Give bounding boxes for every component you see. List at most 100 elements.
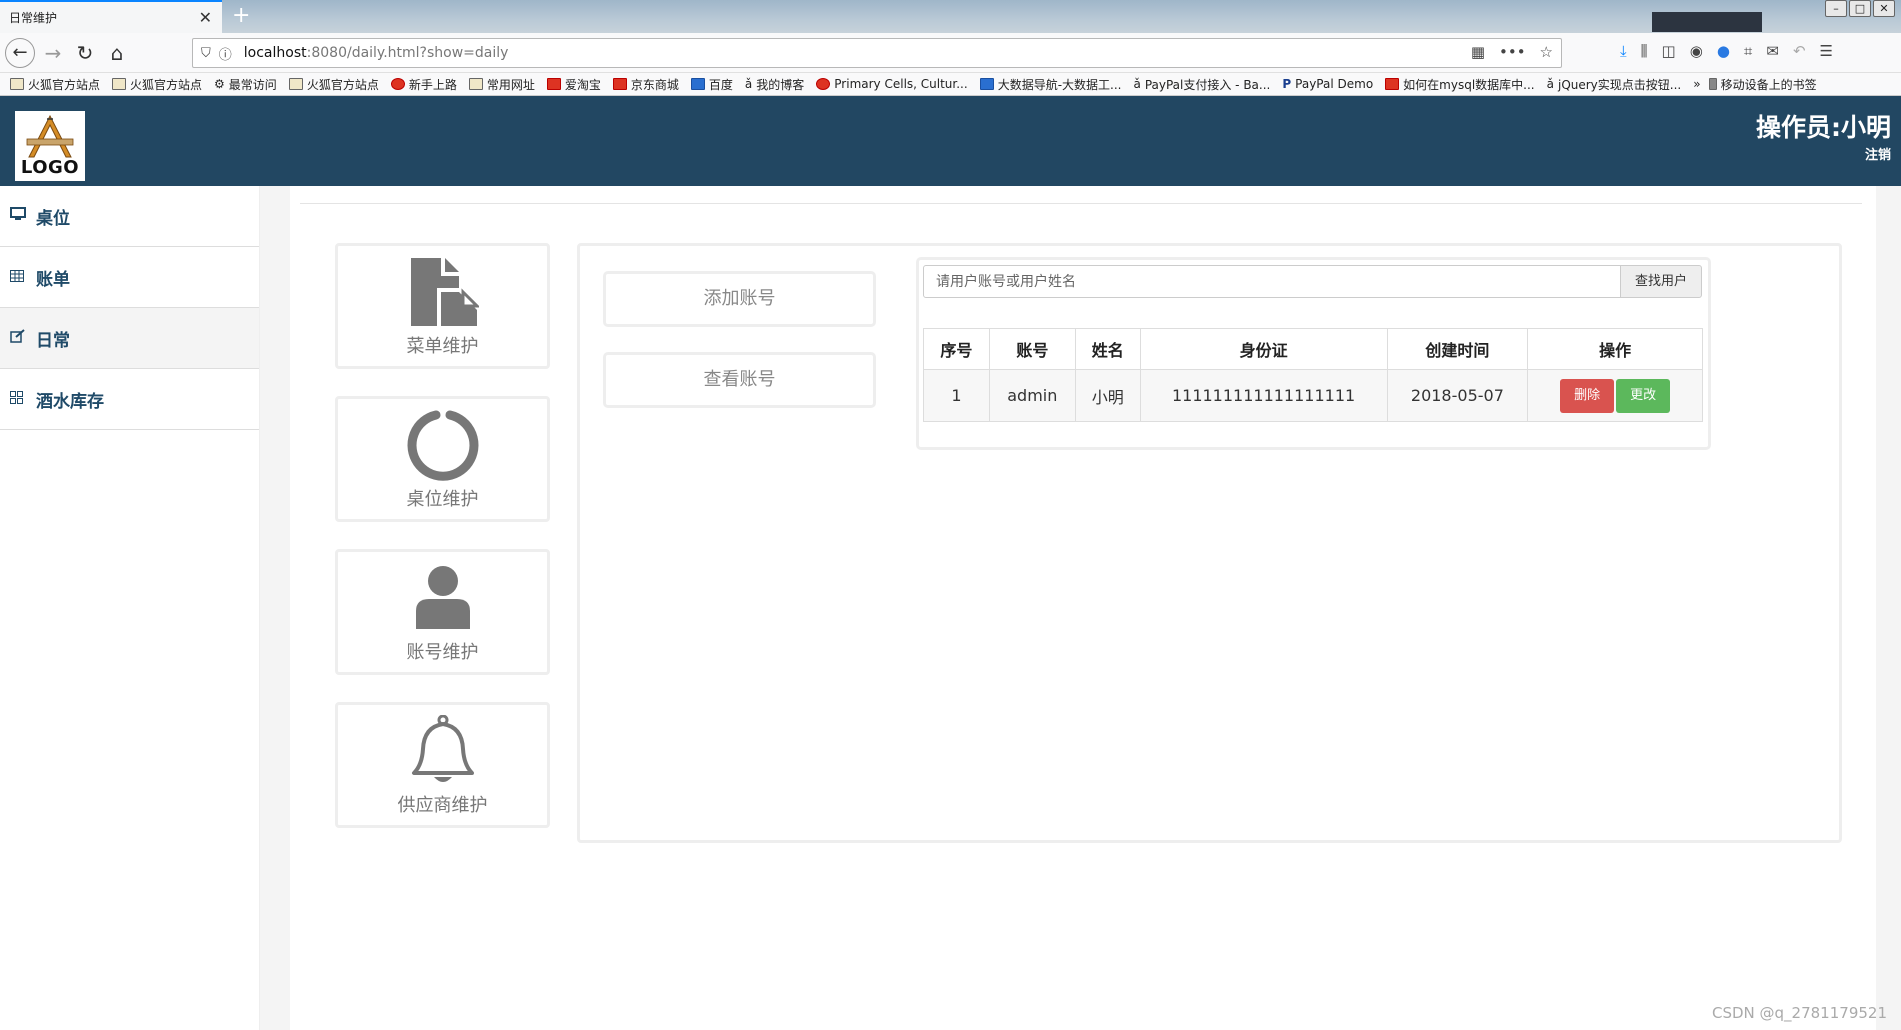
folder-icon: [112, 78, 127, 90]
download-icon[interactable]: ⤓: [1620, 42, 1627, 60]
sidebar-item-drinks-stock[interactable]: 酒水库存: [0, 369, 259, 430]
paypal-icon: P: [1282, 77, 1292, 91]
table-icon: [10, 268, 28, 286]
bookmark-item[interactable]: 京东商城: [612, 76, 679, 93]
grid-icon: [10, 390, 28, 408]
cell-name: 小明: [1074, 369, 1141, 422]
tile-account-maintenance[interactable]: 账号维护: [335, 549, 550, 675]
folder-icon: [10, 78, 24, 90]
column-header-id-card: 身份证: [1139, 328, 1388, 370]
bookmark-item[interactable]: 火狐官方站点: [10, 76, 100, 93]
cell-created: 2018-05-07: [1386, 369, 1529, 422]
bookmark-item[interactable]: ǎ PayPal支付接入 - Ba...: [1133, 76, 1270, 93]
site-icon: [979, 78, 994, 90]
firefox-icon: [390, 78, 405, 90]
account-icon[interactable]: ◉: [1690, 42, 1703, 60]
browser-tab[interactable]: 日常维护 ✕: [0, 0, 222, 33]
bookmark-item[interactable]: 火狐官方站点: [288, 76, 379, 93]
folder-icon: [468, 78, 483, 90]
csdn-icon: [1385, 78, 1400, 90]
globe-icon[interactable]: ●: [1717, 42, 1730, 60]
bookmark-item[interactable]: Primary Cells, Cultur...: [816, 77, 968, 91]
cell-id-card: 111111111111111111: [1139, 369, 1388, 422]
minimize-icon[interactable]: –: [1825, 0, 1847, 17]
forward-icon[interactable]: →: [40, 40, 66, 66]
logout-link[interactable]: 注销: [1865, 144, 1891, 163]
bookmark-item[interactable]: 爱淘宝: [546, 76, 601, 93]
chat-icon[interactable]: ✉: [1766, 42, 1779, 60]
bookmark-item[interactable]: 常用网址: [468, 76, 535, 93]
site-icon: [816, 78, 831, 90]
user-table: 序号 账号 姓名 身份证 创建时间 操作 1 admin 小明 11111111…: [923, 328, 1703, 422]
mobile-icon: [1708, 78, 1717, 90]
search-input[interactable]: [923, 265, 1621, 298]
menu-icon[interactable]: ☰: [1820, 42, 1833, 60]
bookmark-item[interactable]: 大数据导航-大数据工...: [979, 76, 1121, 93]
user-icon: [338, 560, 547, 636]
bookmark-item[interactable]: ⚙ 最常访问: [214, 76, 277, 93]
shield-icon[interactable]: ⛉: [201, 46, 211, 61]
window-controls: – □ ✕: [1825, 0, 1895, 17]
new-tab-icon[interactable]: +: [232, 3, 250, 28]
column-header-account: 账号: [988, 328, 1076, 370]
delete-button[interactable]: 删除: [1560, 378, 1615, 413]
more-icon[interactable]: •••: [1499, 43, 1526, 61]
address-bar[interactable]: ⛉ ⓘ localhost:8080/daily.html?show=daily…: [192, 38, 1562, 68]
bookmark-item[interactable]: ǎ jQuery实现点击按钮...: [1547, 76, 1682, 93]
logo: LOGO: [15, 111, 85, 181]
search-user-button[interactable]: 查找用户: [1620, 265, 1702, 298]
table-row: 1 admin 小明 111111111111111111 2018-05-07…: [923, 369, 1703, 422]
sidebar-item-daily[interactable]: 日常: [0, 308, 259, 369]
tile-menu-maintenance[interactable]: 菜单维护: [335, 243, 550, 369]
close-window-icon[interactable]: ✕: [1873, 0, 1895, 17]
bell-icon: [338, 713, 547, 789]
reload-icon[interactable]: ↻: [72, 40, 98, 66]
jd-icon: [612, 78, 627, 90]
cell-account: admin: [988, 369, 1076, 422]
library-icon[interactable]: ⫼: [1641, 42, 1648, 60]
sidebar-icon[interactable]: ◫: [1662, 42, 1676, 60]
bookmarks-bar: 火狐官方站点 火狐官方站点 ⚙ 最常访问 火狐官方站点 新手上路 常用网址 爱淘宝…: [0, 73, 1901, 96]
cell-actions: 删除 更改: [1527, 369, 1703, 422]
crop-icon[interactable]: ⌗: [1744, 42, 1752, 60]
home-icon[interactable]: ⌂: [104, 40, 130, 66]
tile-supplier-maintenance[interactable]: 供应商维护: [335, 702, 550, 828]
bookmarks-overflow-icon[interactable]: »: [1693, 77, 1700, 91]
maximize-icon[interactable]: □: [1849, 0, 1871, 17]
view-account-button[interactable]: 查看账号: [603, 352, 876, 408]
bookmark-item[interactable]: 移动设备上的书签: [1708, 76, 1817, 93]
bookmark-item[interactable]: ǎ 我的博客: [745, 76, 804, 93]
logo-icon: [26, 114, 74, 158]
tab-title: 日常维护: [9, 11, 58, 25]
column-header-name: 姓名: [1074, 328, 1141, 370]
circle-icon: [338, 407, 547, 483]
browser-tab-bar: 日常维护 ✕ + – □ ✕: [0, 0, 1901, 33]
bookmark-item[interactable]: 新手上路: [390, 76, 457, 93]
bookmark-item[interactable]: P PayPal Demo: [1282, 77, 1373, 91]
bookmark-item[interactable]: 火狐官方站点: [112, 76, 202, 93]
qr-code-icon[interactable]: ▦: [1471, 43, 1485, 61]
undo-icon[interactable]: ↶: [1793, 42, 1806, 60]
bookmark-item[interactable]: 百度: [690, 76, 733, 93]
edit-button[interactable]: 更改: [1616, 378, 1671, 413]
gear-icon: ⚙: [214, 77, 225, 91]
monitor-icon: [10, 207, 28, 225]
tile-table-maintenance[interactable]: 桌位维护: [335, 396, 550, 522]
add-account-button[interactable]: 添加账号: [603, 271, 876, 327]
sidebar-item-tables[interactable]: 桌位: [0, 186, 259, 247]
browser-nav-bar: ← → ↻ ⌂ ⛉ ⓘ localhost:8080/daily.html?sh…: [0, 33, 1901, 73]
column-header-no: 序号: [923, 328, 990, 370]
column-header-created: 创建时间: [1386, 328, 1529, 370]
close-tab-icon[interactable]: ✕: [199, 8, 212, 27]
link-icon: ǎ: [1133, 77, 1141, 91]
back-icon[interactable]: ←: [5, 38, 35, 68]
content-gutter: [1876, 186, 1901, 1030]
operator-name: 操作员:小明: [1756, 113, 1891, 142]
info-icon[interactable]: ⓘ: [219, 44, 232, 63]
file-icon: [338, 254, 547, 330]
cell-no: 1: [923, 369, 990, 422]
bookmark-star-icon[interactable]: ☆: [1540, 43, 1553, 61]
folder-icon: [288, 78, 303, 90]
sidebar-item-bills[interactable]: 账单: [0, 247, 259, 308]
bookmark-item[interactable]: 如何在mysql数据库中...: [1385, 76, 1535, 93]
